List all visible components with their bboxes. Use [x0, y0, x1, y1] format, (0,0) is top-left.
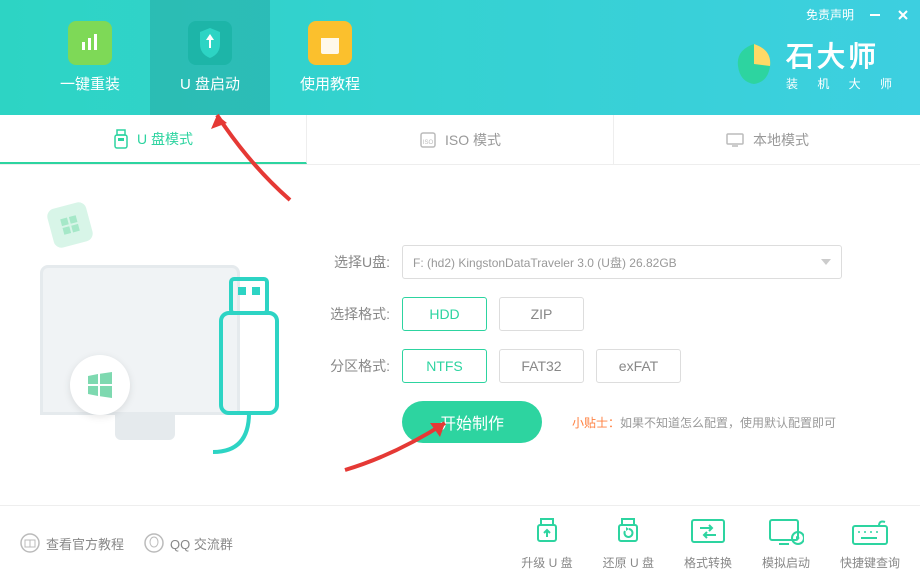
action-format-convert[interactable]: 格式转换	[684, 515, 732, 571]
disclaimer-link[interactable]: 免责声明	[806, 6, 854, 23]
chevron-down-icon	[821, 259, 831, 265]
action-hotkey-query[interactable]: 快捷键查询	[840, 515, 900, 571]
nav-label: U 盘启动	[180, 73, 240, 94]
book-open-icon	[20, 533, 40, 553]
convert-icon	[690, 518, 726, 548]
partition-option-fat32[interactable]: FAT32	[499, 349, 584, 383]
nav-reinstall[interactable]: 一键重装	[30, 0, 150, 115]
subtab-usb-mode[interactable]: U 盘模式	[0, 115, 307, 164]
action-restore-usb[interactable]: 还原 U 盘	[603, 515, 654, 571]
nav-label: 一键重装	[60, 73, 120, 94]
keyboard-icon	[851, 520, 889, 546]
windows-icon	[85, 370, 115, 400]
partition-option-exfat[interactable]: exFAT	[596, 349, 681, 383]
windows-mini-icon	[58, 213, 82, 237]
subtab-local-mode[interactable]: 本地模式	[614, 115, 920, 164]
minimize-button[interactable]	[868, 8, 882, 22]
official-tutorial-link[interactable]: 查看官方教程	[20, 533, 124, 553]
disk-select[interactable]: F: (hd2) KingstonDataTraveler 3.0 (U盘) 2…	[402, 245, 842, 279]
qq-icon	[144, 533, 164, 553]
sub-tabs: U 盘模式 ISO ISO 模式 本地模式	[0, 115, 920, 165]
brand-logo: 石大师 装 机 大 师	[732, 35, 900, 92]
select-format-label: 选择格式:	[320, 304, 390, 324]
usb-up-icon	[531, 517, 563, 549]
action-simulate-boot[interactable]: 模拟启动	[762, 515, 810, 571]
partition-label: 分区格式:	[320, 356, 390, 376]
logo-icon	[732, 42, 776, 86]
bars-icon	[79, 32, 101, 54]
config-form: 选择U盘: F: (hd2) KingstonDataTraveler 3.0 …	[290, 185, 880, 505]
usb-icon	[113, 129, 129, 149]
start-create-button[interactable]: 开始制作	[402, 401, 542, 443]
tip-text: 小贴士：如果不知道怎么配置，使用默认配置即可	[572, 414, 836, 431]
monitor-play-icon	[768, 518, 804, 548]
usb-illustration	[213, 277, 285, 457]
header-bar: 免责声明 一键重装 U 盘启动 使用教程 石大师 装 机 大 师	[0, 0, 920, 115]
close-button[interactable]	[896, 8, 910, 22]
iso-icon: ISO	[419, 131, 437, 149]
nav-label: 使用教程	[300, 73, 360, 94]
nav-usb-boot[interactable]: U 盘启动	[150, 0, 270, 115]
footer-bar: 查看官方教程 QQ 交流群 升级 U 盘 还原 U 盘 格式转换 模拟启动 快捷…	[0, 505, 920, 580]
partition-option-ntfs[interactable]: NTFS	[402, 349, 487, 383]
format-option-hdd[interactable]: HDD	[402, 297, 487, 331]
illustration	[20, 185, 290, 505]
main-nav: 一键重装 U 盘启动 使用教程	[0, 0, 390, 115]
select-disk-label: 选择U盘:	[320, 252, 390, 272]
svg-text:ISO: ISO	[423, 140, 434, 146]
nav-tutorial[interactable]: 使用教程	[270, 0, 390, 115]
subtab-iso-mode[interactable]: ISO ISO 模式	[307, 115, 614, 164]
shield-usb-icon	[198, 28, 222, 58]
action-upgrade-usb[interactable]: 升级 U 盘	[521, 515, 572, 571]
qq-group-link[interactable]: QQ 交流群	[144, 533, 233, 553]
format-option-zip[interactable]: ZIP	[499, 297, 584, 331]
monitor-icon	[725, 132, 745, 148]
main-content: 选择U盘: F: (hd2) KingstonDataTraveler 3.0 …	[0, 165, 920, 505]
usb-restore-icon	[612, 517, 644, 549]
book-icon	[319, 30, 341, 56]
